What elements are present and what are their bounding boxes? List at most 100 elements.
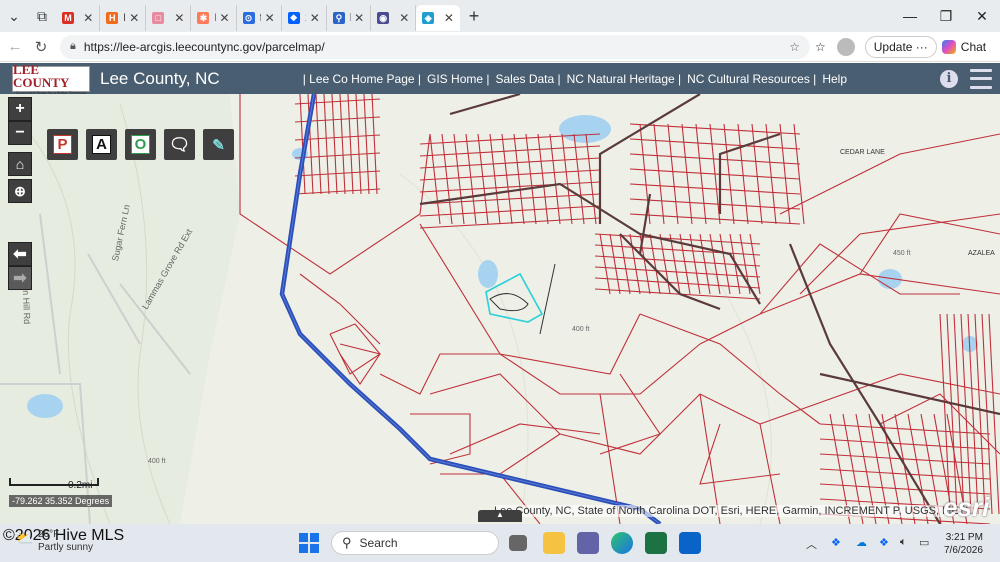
copilot-icon	[941, 39, 956, 54]
nav-link-3[interactable]: Sales Data |	[492, 72, 563, 86]
start-windows-icon[interactable]	[298, 532, 320, 554]
workspaces-icon[interactable]: ⧉	[28, 0, 56, 32]
tray-chevron-icon[interactable]: ︿	[806, 536, 817, 552]
comment-tool-button[interactable]: 🗨︎	[164, 129, 195, 160]
nav-link-6[interactable]: Help	[819, 72, 850, 86]
tab-close-icon[interactable]: ✕	[310, 11, 320, 25]
windows-taskbar	[0, 524, 1000, 562]
minimize-icon[interactable]: —	[892, 0, 928, 32]
locate-button[interactable]: ⊕	[8, 179, 32, 203]
tab-close-icon[interactable]: ✕	[83, 11, 93, 25]
tab-6[interactable]: ❖ 18-web-o ✕	[282, 5, 327, 31]
next-extent-button[interactable]: ➡	[8, 266, 32, 290]
new-tab-plus-icon[interactable]: +	[460, 0, 488, 32]
tab-label: HubSpot	[214, 12, 215, 24]
tab-label: Lee Count	[394, 12, 395, 24]
tab-close-icon[interactable]: ✕	[129, 11, 139, 25]
zoom-out-button[interactable]: −	[8, 121, 32, 145]
esri-logo: esri	[943, 492, 990, 522]
volume-icon[interactable]: 🔈︎	[900, 536, 907, 549]
tab-8[interactable]: ◉ Lee Count ✕	[371, 5, 417, 31]
nav-link-2[interactable]: GIS Home |	[424, 72, 492, 86]
search-placeholder: Search	[359, 536, 398, 550]
info-icon[interactable]: i	[940, 69, 958, 88]
profile-avatar[interactable]	[836, 37, 855, 56]
excel-icon[interactable]	[645, 532, 667, 554]
update-button[interactable]: Update ···	[864, 35, 937, 58]
address-tool-button[interactable]: A	[86, 129, 117, 160]
search-icon: ⚲	[342, 535, 352, 550]
tab-label: 18-web-o	[305, 12, 306, 24]
tab-close-icon[interactable]: ✕	[220, 11, 230, 25]
attribution-toggle-button[interactable]: ▲	[478, 510, 522, 522]
hostaway-icon: H	[106, 12, 119, 24]
dropbox-icon[interactable]: ❖	[879, 536, 889, 549]
tab-3[interactable]: □ Dining an ✕	[146, 5, 192, 31]
url-text: https://lee-arcgis.leecountync.gov/parce…	[83, 39, 325, 54]
update-label: Update	[873, 39, 913, 54]
parcel-tool-button[interactable]: P	[47, 129, 78, 160]
restore-icon[interactable]: ❐	[928, 0, 964, 32]
teams-icon[interactable]	[577, 532, 599, 554]
edit-tool-button[interactable]: ✎	[203, 129, 234, 160]
hamburger-menu-icon[interactable]	[970, 68, 992, 89]
scale-label: 0.2mi	[68, 480, 93, 491]
previous-extent-button[interactable]: ⬅	[8, 242, 32, 266]
dropbox-icon: ❖	[287, 12, 300, 24]
zoom-in-button[interactable]: +	[8, 97, 32, 121]
road-label-azalea: AZALEA	[968, 250, 995, 257]
chat-label: Chat	[960, 39, 987, 54]
app-title: Lee County, NC	[100, 68, 220, 88]
battery-icon[interactable]: ▭	[919, 536, 929, 549]
tab-label: Hostaway	[123, 12, 125, 24]
tab-close-icon[interactable]: ✕	[265, 11, 275, 25]
site-info-icon[interactable]: 🔒︎	[70, 40, 76, 53]
weather-temp: 26°F	[38, 529, 60, 540]
comment-bubble-icon: 🗨︎	[168, 134, 191, 154]
tab-2[interactable]: H Hostaway ✕	[100, 5, 147, 31]
close-window-icon[interactable]: ✕	[964, 0, 1000, 32]
weather-text: Partly sunny	[38, 542, 94, 553]
task-view-icon[interactable]	[509, 535, 527, 551]
crosshair-icon: ⊕	[14, 182, 26, 199]
elevation-label: 400 ft	[148, 458, 166, 465]
tab-9[interactable]: ◈ Lee Count ✕	[416, 5, 460, 31]
globe-icon: ◉	[377, 12, 390, 24]
tab-list-chevron-icon[interactable]: ⌄	[0, 0, 28, 32]
nav-link-5[interactable]: NC Cultural Resources |	[684, 72, 819, 86]
tab-label: flexmls W	[260, 12, 261, 24]
favorites-icon[interactable]: ☆	[810, 32, 831, 62]
tab-7[interactable]: ⚲lee county✕	[327, 5, 372, 31]
home-extent-button[interactable]: ⌂	[8, 152, 32, 176]
copilot-chat-button[interactable]: Chat	[937, 32, 991, 62]
url-bar[interactable]: 🔒︎ https://lee-arcgis.leecountync.gov/pa…	[60, 34, 810, 59]
owner-tool-button[interactable]: O	[125, 129, 156, 160]
back-arrow-icon[interactable]: ←	[2, 32, 28, 62]
taskbar-search-box[interactable]: ⚲ Search	[331, 531, 499, 555]
tab-close-icon[interactable]: ✕	[174, 11, 184, 25]
arrow-left-icon: ⬅	[13, 246, 27, 263]
logo-text: LEE COUNTY	[13, 61, 70, 90]
taskbar-clock[interactable]: 3:21 PM 7/6/2026	[944, 531, 983, 557]
file-explorer-icon[interactable]	[543, 532, 565, 554]
tab-1[interactable]: MInbox (21✕	[56, 5, 101, 31]
lee-county-logo[interactable]: LEE COUNTY Connected Today for a Better …	[12, 61, 90, 94]
parcel-map[interactable]: Stanton Hill Rd Sugar Fern Ln Lammas Gro…	[0, 94, 1000, 524]
refresh-icon[interactable]: ↻	[28, 32, 54, 62]
edge-browser-icon[interactable]	[611, 532, 633, 554]
tab-close-icon[interactable]: ✕	[444, 11, 454, 25]
tab-5[interactable]: ⊙ flexmls W ✕	[237, 5, 282, 31]
tab-4[interactable]: ✱ HubSpot ✕	[191, 5, 237, 31]
tab-label: Lee Count	[439, 12, 440, 24]
nav-link-4[interactable]: NC Natural Heritage |	[564, 72, 685, 86]
tab-close-icon[interactable]: ✕	[354, 11, 364, 25]
tab-close-icon[interactable]: ✕	[399, 11, 409, 25]
onedrive-icon[interactable]: ☁	[856, 536, 867, 549]
elevation-label: 400 ft	[572, 326, 590, 333]
nav-link-1[interactable]: | Lee Co Home Page |	[300, 72, 424, 86]
app-header: LEE COUNTY Connected Today for a Better …	[0, 63, 1000, 94]
weather-widget[interactable]: ⛅ 26°F Partly sunny	[16, 529, 94, 553]
outlook-icon[interactable]	[679, 532, 701, 554]
favorite-star-icon[interactable]: ☆	[789, 40, 800, 54]
dropbox-tray-icon[interactable]: ❖	[831, 536, 841, 549]
